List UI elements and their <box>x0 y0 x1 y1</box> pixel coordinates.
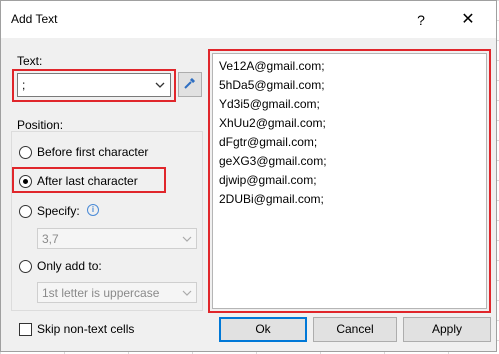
preview-highlight-box <box>208 49 491 313</box>
radio-specify-label[interactable]: Specify: <box>37 204 80 218</box>
dialog-title: Add Text <box>11 12 58 26</box>
close-button[interactable]: ✕ <box>453 7 483 33</box>
add-text-dialog: Add Text ? ✕ Text: ; Position: Before fi… <box>0 0 497 352</box>
radio-only-add-to-label[interactable]: Only add to: <box>37 259 102 273</box>
ok-button[interactable]: Ok <box>219 317 307 342</box>
radio-before-first[interactable] <box>19 146 32 159</box>
eyedropper-icon <box>182 75 198 94</box>
text-label: Text: <box>17 54 43 68</box>
radio-only-add-to[interactable] <box>19 260 32 273</box>
only-add-to-combobox[interactable]: 1st letter is uppercase <box>37 282 197 303</box>
skip-non-text-label[interactable]: Skip non-text cells <box>37 322 134 336</box>
cell-picker-button[interactable] <box>178 72 202 97</box>
title-bar: Add Text ? ✕ <box>1 1 496 38</box>
chevron-down-icon[interactable] <box>154 76 166 97</box>
chevron-down-icon <box>181 285 193 304</box>
cancel-button[interactable]: Cancel <box>313 317 397 342</box>
radio-after-last-label[interactable]: After last character <box>37 174 138 188</box>
radio-specify[interactable] <box>19 205 32 218</box>
info-icon[interactable]: i <box>87 204 99 216</box>
only-add-to-combobox-value: 1st letter is uppercase <box>42 286 160 300</box>
skip-non-text-checkbox[interactable] <box>19 323 32 336</box>
chevron-down-icon <box>181 231 193 250</box>
position-label: Position: <box>17 118 64 132</box>
text-combobox[interactable]: ; <box>17 73 171 97</box>
specify-combobox-value: 3,7 <box>42 232 59 246</box>
apply-button[interactable]: Apply <box>403 317 491 342</box>
radio-before-first-label[interactable]: Before first character <box>37 145 148 159</box>
text-combobox-value: ; <box>22 78 26 92</box>
radio-after-last[interactable] <box>19 175 32 188</box>
help-button[interactable]: ? <box>407 7 435 33</box>
specify-combobox[interactable]: 3,7 <box>37 228 197 249</box>
